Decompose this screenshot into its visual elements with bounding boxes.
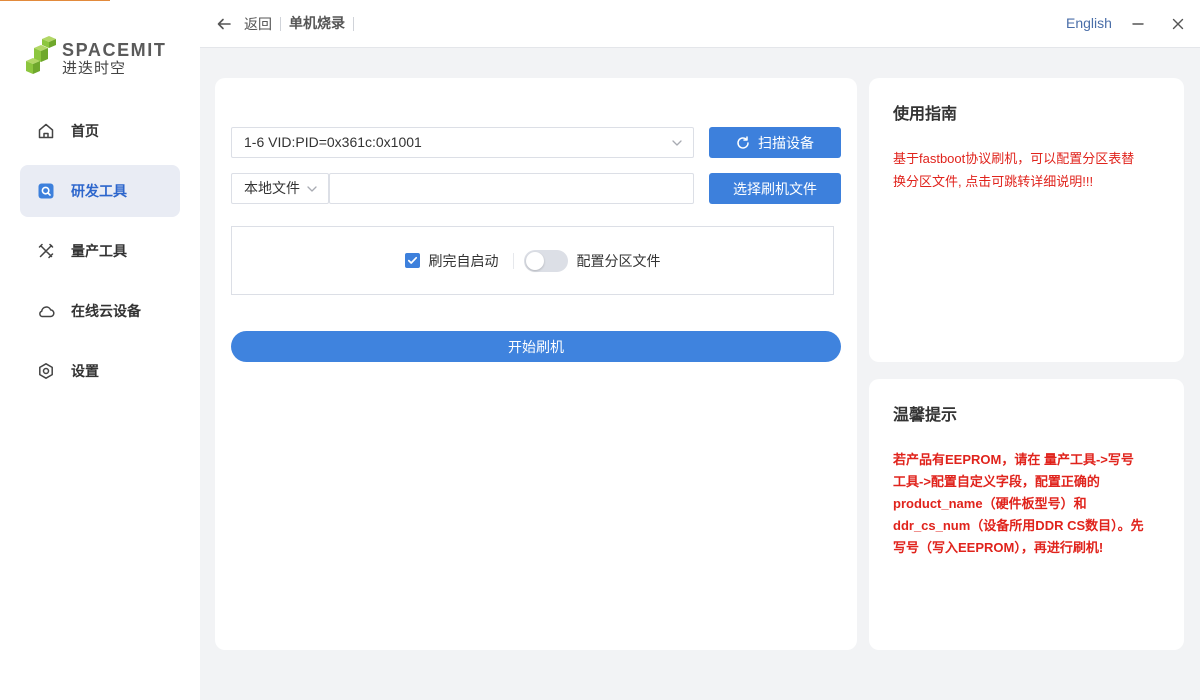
sidebar-item-label: 量产工具 (71, 243, 127, 259)
partition-config-toggle[interactable] (523, 249, 568, 272)
guide-text-link[interactable]: 基于fastboot协议刷机，可以配置分区表替 换分区文件, 点击可跳转详细说明… (893, 147, 1168, 193)
device-select[interactable]: 1-6 VID:PID=0x361c:0x1001 (231, 127, 694, 158)
choose-firmware-button[interactable]: 选择刷机文件 (709, 173, 841, 204)
tips-text-line: product_name（硬件板型号）和 (893, 496, 1087, 511)
sidebar-item-settings[interactable]: 设置 (20, 345, 180, 397)
flash-options: 刷完自启动 配置分区文件 (231, 226, 834, 295)
scan-devices-label: 扫描设备 (758, 134, 814, 151)
production-tools-icon (37, 242, 55, 260)
tips-text-line: 若产品有EEPROM，请在 量产工具->写号 (893, 452, 1134, 467)
auto-reboot-label: 刷完自启动 (428, 252, 499, 269)
tips-text-line: 写号（写入EEPROM），再进行刷机! (893, 540, 1104, 555)
start-flash-button[interactable]: 开始刷机 (231, 331, 841, 362)
close-icon (1168, 14, 1188, 34)
guide-text-line: 换分区文件, 点击可跳转详细说明!!! (893, 174, 1094, 189)
tips-text-line: 工具->配置自定义字段，配置正确的 (893, 474, 1100, 489)
toggle-knob (525, 251, 544, 270)
spacemit-logo-icon (26, 36, 56, 74)
options-divider (512, 252, 514, 269)
tips-text-line: ddr_cs_num（设备所用DDR CS数目）。先 (893, 518, 1144, 533)
sidebar-item-label: 首页 (71, 123, 99, 139)
guide-title: 使用指南 (893, 106, 958, 123)
sidebar-item-label: 设置 (71, 363, 99, 379)
tips-panel: 温馨提示 若产品有EEPROM，请在 量产工具->写号 工具->配置自定义字段，… (869, 379, 1184, 650)
tips-text: 若产品有EEPROM，请在 量产工具->写号 工具->配置自定义字段，配置正确的… (893, 449, 1168, 559)
language-switch[interactable]: English (1066, 0, 1112, 47)
refresh-icon (736, 135, 750, 150)
logo: SPACEMIT 进迭时空 (26, 36, 176, 77)
minimize-icon (1128, 14, 1148, 34)
top-bar: 返回 单机烧录 English (200, 0, 1200, 48)
guide-panel: 使用指南 基于fastboot协议刷机，可以配置分区表替 换分区文件, 点击可跳… (869, 78, 1184, 362)
sidebar-item-cloud-devices[interactable]: 在线云设备 (20, 285, 180, 337)
cloud-icon (37, 302, 55, 320)
chevron-down-icon (307, 186, 317, 192)
breadcrumb: 单机烧录 (289, 15, 345, 31)
device-select-value: 1-6 VID:PID=0x361c:0x1001 (244, 134, 422, 150)
arrow-left-icon (216, 16, 232, 32)
settings-icon (37, 362, 55, 380)
sidebar-item-label: 在线云设备 (71, 303, 141, 319)
breadcrumb-divider (353, 17, 354, 31)
auto-reboot-option[interactable]: 刷完自启动 (404, 251, 499, 271)
logo-wordmark-cn: 进迭时空 (62, 60, 127, 77)
back-label: 返回 (244, 15, 272, 32)
chevron-down-icon (672, 140, 682, 146)
home-icon (37, 122, 55, 140)
sidebar-item-label: 研发工具 (71, 183, 127, 199)
choose-firmware-label: 选择刷机文件 (733, 180, 817, 197)
window-accent-line (0, 0, 110, 1)
scan-devices-button[interactable]: 扫描设备 (709, 127, 841, 158)
sidebar-item-home[interactable]: 首页 (20, 105, 180, 157)
sidebar-item-dev-tools[interactable]: 研发工具 (20, 165, 180, 217)
sidebar-item-production-tools[interactable]: 量产工具 (20, 225, 180, 277)
start-flash-label: 开始刷机 (508, 338, 564, 355)
dev-tools-icon (37, 182, 55, 200)
back-button[interactable]: 返回 (216, 0, 272, 47)
tips-title: 温馨提示 (893, 407, 958, 424)
source-select[interactable]: 本地文件 (231, 173, 329, 204)
minimize-button[interactable] (1128, 14, 1148, 34)
firmware-path-input[interactable] (329, 173, 694, 204)
breadcrumb-divider (280, 17, 281, 31)
guide-text-line: 基于fastboot协议刷机，可以配置分区表替 (893, 151, 1135, 166)
sidebar: SPACEMIT 进迭时空 首页 研发工具 量产工具 在线云设备 设置 (0, 0, 200, 700)
source-select-value: 本地文件 (244, 180, 300, 196)
close-button[interactable] (1168, 14, 1188, 34)
partition-config-option[interactable]: 配置分区文件 (523, 249, 661, 272)
partition-config-label: 配置分区文件 (576, 252, 661, 269)
auto-reboot-checkbox[interactable] (404, 253, 420, 268)
flash-panel: 1-6 VID:PID=0x361c:0x1001 扫描设备 本地文件 选择刷机… (215, 78, 857, 650)
logo-wordmark: SPACEMIT (62, 40, 167, 60)
